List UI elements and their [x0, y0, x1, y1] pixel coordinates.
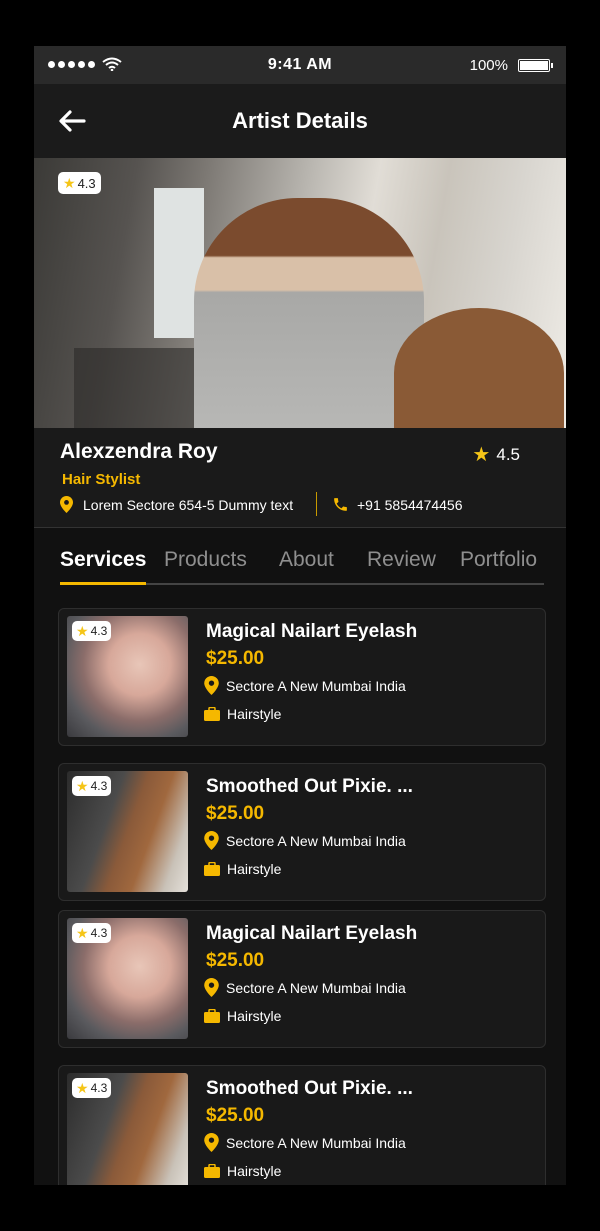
battery-percent: 100% — [469, 57, 508, 74]
hero-client-figure — [394, 308, 564, 428]
service-category: Hairstyle — [204, 706, 281, 722]
tab-review[interactable]: Review — [367, 548, 436, 572]
service-location: Sectore A New Mumbai India — [204, 831, 406, 850]
star-icon: ★ — [472, 444, 491, 466]
artist-hero-image: ★ 4.3 — [34, 158, 566, 428]
tab-about[interactable]: About — [279, 548, 334, 572]
service-rating-value: 4.3 — [90, 624, 108, 638]
service-location-text: Sectore A New Mumbai India — [226, 1134, 406, 1151]
service-rating-value: 4.3 — [90, 1081, 108, 1095]
service-location: Sectore A New Mumbai India — [204, 676, 406, 695]
briefcase-icon — [204, 1009, 220, 1023]
service-location-text: Sectore A New Mumbai India — [226, 832, 406, 849]
tab-products[interactable]: Products — [164, 548, 247, 572]
hero-rating-badge: ★ 4.3 — [58, 172, 101, 194]
service-category-text: Hairstyle — [227, 1008, 282, 1024]
location-pin-icon — [204, 676, 219, 695]
service-title: Smoothed Out Pixie. ... — [206, 776, 413, 797]
briefcase-icon — [204, 1164, 220, 1178]
star-icon: ★ — [76, 623, 89, 639]
star-icon: ★ — [76, 778, 89, 794]
artist-address: Lorem Sectore 654-5 Dummy text — [60, 496, 293, 513]
artist-rating: ★ 4.5 — [472, 445, 520, 465]
tab-active-indicator — [60, 582, 146, 585]
service-card[interactable]: ★ 4.3 Magical Nailart Eyelash $25.00 Sec… — [58, 910, 546, 1048]
service-rating-value: 4.3 — [90, 926, 108, 940]
artist-name: Alexzendra Roy — [60, 440, 218, 463]
info-divider — [316, 492, 317, 516]
location-pin-icon — [204, 1133, 219, 1152]
service-category-text: Hairstyle — [227, 1163, 282, 1179]
service-category: Hairstyle — [204, 861, 281, 877]
service-thumbnail: ★ 4.3 — [67, 771, 188, 892]
service-category-text: Hairstyle — [227, 861, 282, 877]
artist-rating-value: 4.5 — [496, 445, 520, 464]
service-title: Magical Nailart Eyelash — [206, 923, 418, 944]
artist-address-text: Lorem Sectore 654-5 Dummy text — [83, 496, 294, 513]
service-rating-badge: ★ 4.3 — [72, 776, 112, 796]
service-thumbnail: ★ 4.3 — [67, 616, 188, 737]
hero-rating-value: 4.3 — [77, 175, 96, 191]
phone-icon — [334, 498, 347, 511]
service-rating-value: 4.3 — [90, 779, 108, 793]
service-rating-badge: ★ 4.3 — [72, 1078, 112, 1098]
service-card[interactable]: ★ 4.3 Magical Nailart Eyelash $25.00 Sec… — [58, 608, 546, 746]
service-title: Magical Nailart Eyelash — [206, 621, 418, 642]
location-pin-icon — [60, 496, 73, 513]
service-price: $25.00 — [206, 803, 265, 824]
service-rating-badge: ★ 4.3 — [72, 621, 112, 641]
status-bar: 9:41 AM 100% — [34, 46, 566, 84]
service-title: Smoothed Out Pixie. ... — [206, 1078, 413, 1099]
service-location: Sectore A New Mumbai India — [204, 978, 406, 997]
location-pin-icon — [204, 831, 219, 850]
tab-portfolio[interactable]: Portfolio — [460, 548, 537, 572]
service-thumbnail: ★ 4.3 — [67, 918, 188, 1039]
phone-screen: 9:41 AM 100% Artist Details ★ 4.3 Alexze… — [34, 46, 566, 1185]
service-location: Sectore A New Mumbai India — [204, 1133, 406, 1152]
service-card[interactable]: ★ 4.3 Smoothed Out Pixie. ... $25.00 Sec… — [58, 763, 546, 901]
app-bar: Artist Details — [34, 84, 566, 158]
briefcase-icon — [204, 862, 220, 876]
service-category: Hairstyle — [204, 1163, 281, 1179]
service-category-text: Hairstyle — [227, 706, 282, 722]
service-card[interactable]: ★ 4.3 Smoothed Out Pixie. ... $25.00 Sec… — [58, 1065, 546, 1185]
hero-stylist-figure — [194, 198, 424, 428]
service-location-text: Sectore A New Mumbai India — [226, 677, 406, 694]
service-price: $25.00 — [206, 648, 265, 669]
star-icon: ★ — [63, 175, 76, 191]
battery-icon — [518, 59, 553, 72]
page-title: Artist Details — [232, 108, 368, 133]
location-pin-icon — [204, 978, 219, 997]
service-price: $25.00 — [206, 1105, 265, 1126]
service-location-text: Sectore A New Mumbai India — [226, 979, 406, 996]
star-icon: ★ — [76, 1080, 89, 1096]
artist-profile: Alexzendra Roy ★ 4.5 Hair Stylist Lorem … — [34, 428, 566, 528]
service-price: $25.00 — [206, 950, 265, 971]
tab-bar: Services Products About Review Portfolio — [60, 546, 544, 586]
briefcase-icon — [204, 707, 220, 721]
tab-services[interactable]: Services — [60, 548, 146, 572]
artist-phone-text: +91 5854474456 — [357, 496, 463, 513]
service-category: Hairstyle — [204, 1008, 281, 1024]
service-thumbnail: ★ 4.3 — [67, 1073, 188, 1185]
artist-phone[interactable]: +91 5854474456 — [332, 496, 463, 513]
artist-role: Hair Stylist — [62, 471, 141, 488]
service-rating-badge: ★ 4.3 — [72, 923, 112, 943]
star-icon: ★ — [76, 925, 89, 941]
